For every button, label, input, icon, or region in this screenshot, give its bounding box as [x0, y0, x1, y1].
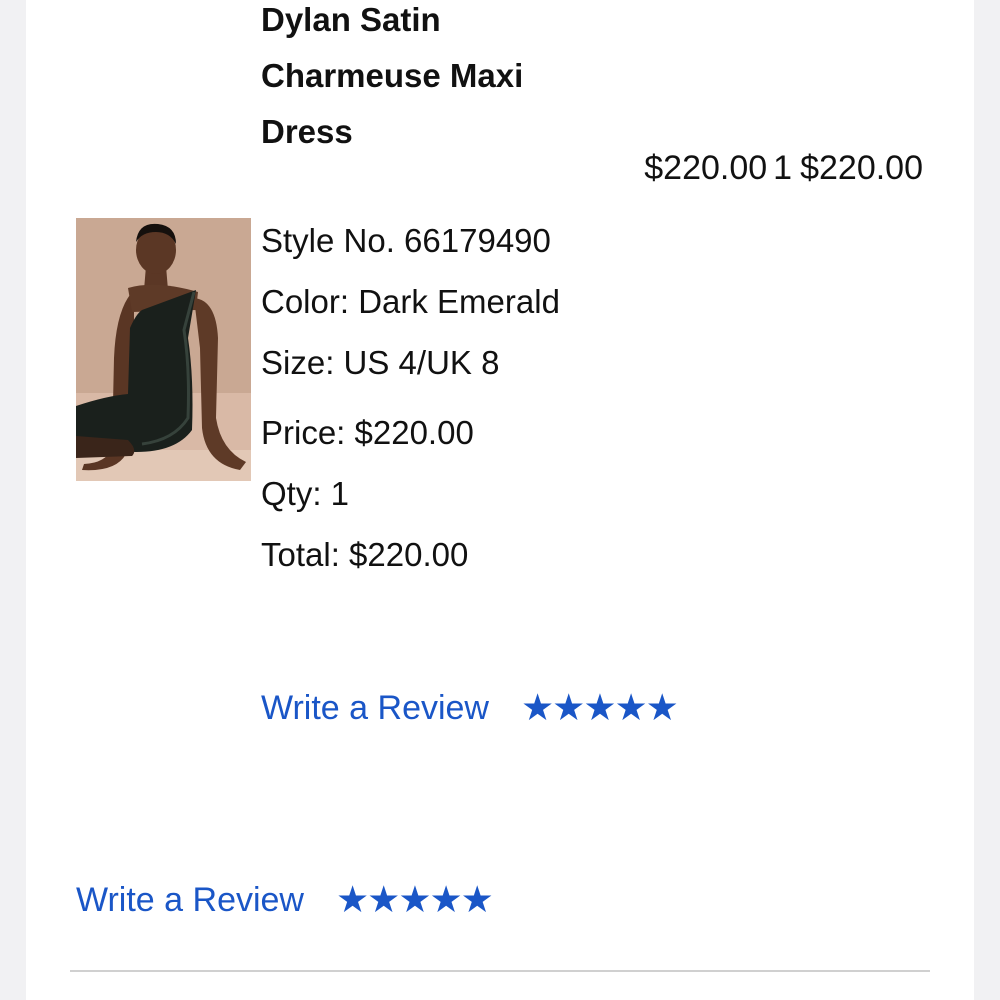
summary-qty: 1: [773, 149, 793, 187]
write-review-link[interactable]: Write a Review: [261, 688, 489, 728]
item-review-row: Write a Review ★★★★★: [261, 688, 679, 728]
size: Size: US 4/UK 8: [261, 344, 500, 381]
product-title-line-1[interactable]: Dylan Satin: [261, 0, 441, 40]
section-divider: [70, 970, 930, 972]
write-review-link-footer[interactable]: Write a Review: [76, 880, 304, 920]
product-title-line-3[interactable]: Dress: [261, 112, 353, 152]
quantity: Qty: 1: [261, 475, 350, 512]
color: Color: Dark Emerald: [261, 283, 560, 320]
summary-unit-price: $220.00: [644, 149, 768, 187]
star-rating-icon[interactable]: ★★★★★: [521, 688, 679, 728]
price-summary: $220.00 1 $220.00: [644, 148, 923, 188]
style-number: Style No. 66179490: [261, 222, 551, 259]
line-total: Total: $220.00: [261, 536, 469, 573]
footer-review-row: Write a Review ★★★★★: [76, 880, 494, 920]
unit-price: Price: $220.00: [261, 414, 474, 451]
order-item-page: Dylan Satin Charmeuse Maxi Dress $220.00…: [0, 0, 1000, 1000]
product-title-line-2[interactable]: Charmeuse Maxi: [261, 56, 523, 96]
summary-line-total: $220.00: [800, 149, 923, 187]
star-rating-icon-footer[interactable]: ★★★★★: [336, 880, 494, 920]
product-image[interactable]: [76, 218, 251, 481]
